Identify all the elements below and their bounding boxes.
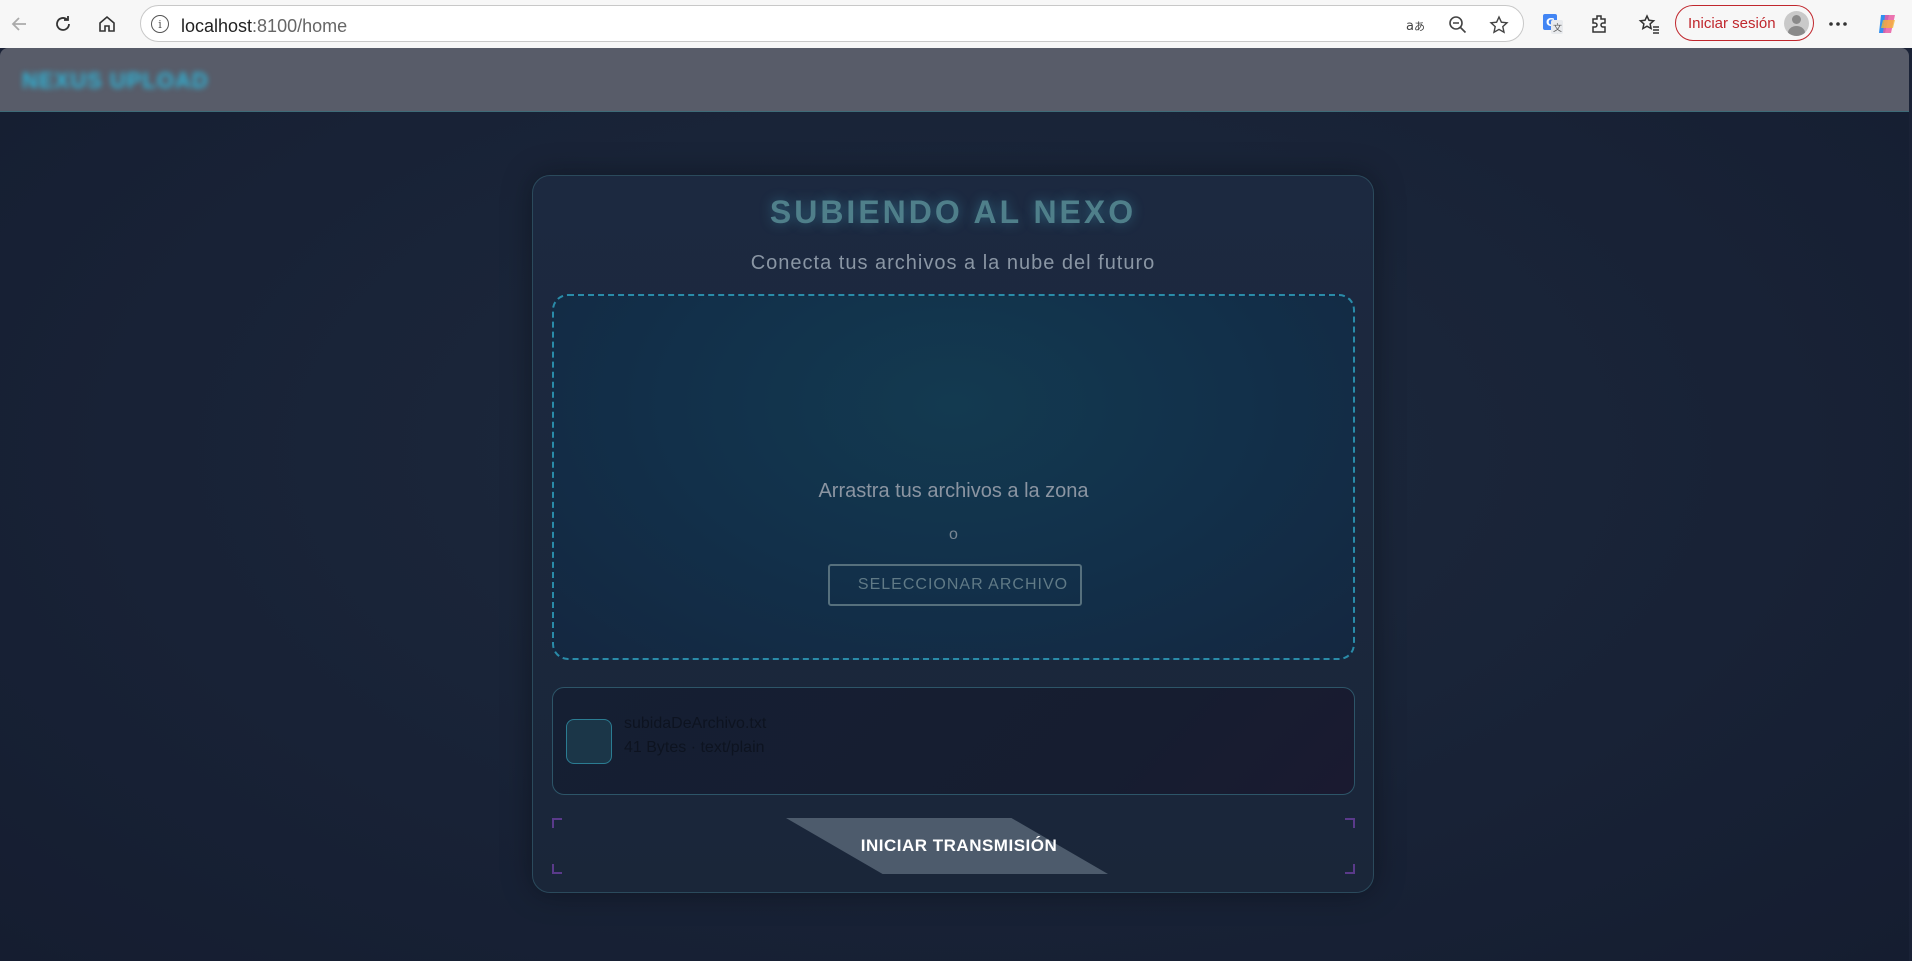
extensions-icon[interactable] [1586,10,1614,38]
select-file-button[interactable]: SELECCIONAR ARCHIVO [828,564,1082,606]
more-options-icon[interactable] [1824,10,1852,38]
home-icon[interactable] [93,10,121,38]
dropzone-instruction: Arrastra tus archivos a la zona [818,480,1089,502]
signin-label: Iniciar sesión [1688,14,1776,32]
profile-avatar-icon [1784,11,1809,36]
frame-corner-bottom-left [552,864,562,874]
app-header-title: NEXUS UPLOAD [22,68,209,93]
url-text[interactable]: localhost:8100/home [181,16,347,37]
svg-text:a: a [1406,19,1414,34]
dropzone-or: o [949,526,958,543]
frame-corner-bottom-right [1345,864,1355,874]
site-info-icon[interactable]: i [151,15,169,33]
back-icon[interactable] [6,10,34,38]
copilot-icon[interactable] [1873,10,1901,38]
card-title: SUBIENDO AL NEXO [769,194,1137,230]
browser-toolbar: i localhost:8100/home aあ G文 Iniciar sesi… [0,0,1912,48]
file-name: subidaDeArchivo.txt [624,715,767,732]
svg-text:文: 文 [1553,22,1562,34]
reload-icon[interactable] [49,10,77,38]
favorites-icon[interactable] [1635,10,1663,38]
google-translate-icon[interactable]: G文 [1539,10,1567,38]
card-subtitle: Conecta tus archivos a la nube del futur… [750,252,1156,274]
selected-file-item: subidaDeArchivo.txt 41 Bytes · text/plai… [552,687,1355,795]
file-dropzone[interactable]: Arrastra tus archivos a la zona o SELECC… [552,294,1355,660]
url-path: :8100/home [252,16,348,36]
file-type-icon [566,719,612,764]
frame-corner-top-left [552,818,562,828]
favorite-star-icon[interactable] [1488,14,1510,36]
app-header: NEXUS UPLOAD [0,48,1909,112]
file-meta: 41 Bytes · text/plain [624,739,765,756]
frame-corner-top-right [1345,818,1355,828]
translate-icon[interactable]: aあ [1406,14,1428,36]
address-bar[interactable]: i localhost:8100/home aあ [140,5,1524,42]
signin-button[interactable]: Iniciar sesión [1675,5,1814,41]
transmit-button-frame: INICIAR TRANSMISIÓN [552,818,1355,874]
start-transmission-button[interactable]: INICIAR TRANSMISIÓN [786,818,1108,874]
zoom-out-icon[interactable] [1447,14,1469,36]
svg-text:あ: あ [1414,20,1425,33]
url-host: localhost [181,16,253,36]
upload-card: SUBIENDO AL NEXO Conecta tus archivos a … [532,175,1374,893]
